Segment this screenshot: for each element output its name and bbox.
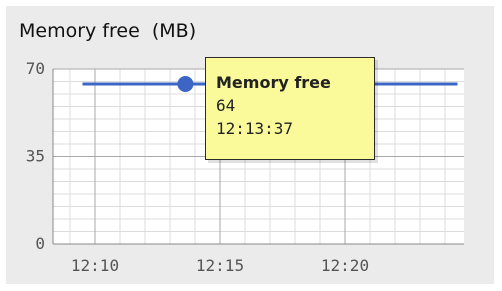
y-tick-label: 0 [35, 234, 45, 253]
y-tick-label: 35 [26, 147, 45, 166]
y-tick-label: 70 [26, 59, 45, 78]
memory-chart-widget: Memory free (MB) 0 35 70 12:10 12:15 12:20 Me… [0, 0, 502, 291]
tooltip-value: 64 [216, 96, 236, 115]
x-tick-label: 12:15 [196, 256, 244, 275]
x-tick-label: 12:10 [71, 256, 119, 275]
tooltip-time: 12:13:37 [216, 119, 294, 138]
tooltip-series-name: Memory free [216, 73, 331, 92]
x-tick-label: 12:20 [321, 256, 369, 275]
data-point [177, 76, 194, 92]
data-tooltip: Memory free 64 12:13:37 [205, 57, 375, 160]
